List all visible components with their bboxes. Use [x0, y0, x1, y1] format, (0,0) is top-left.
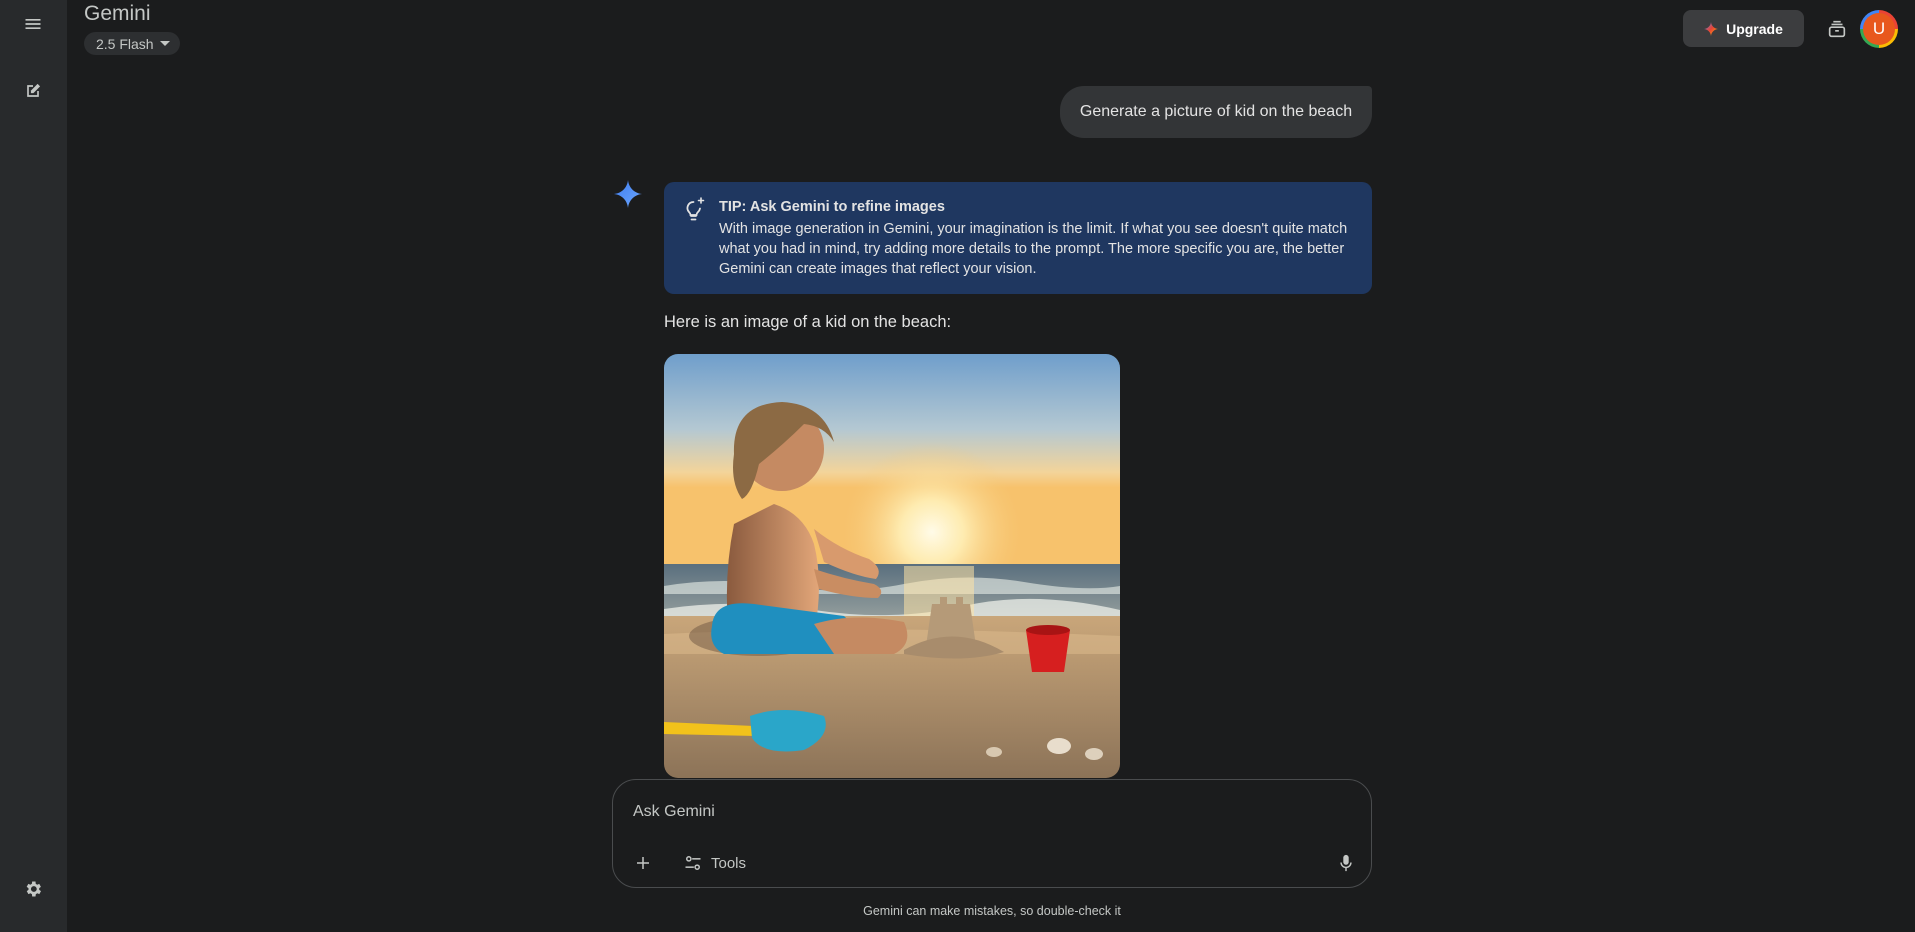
model-selector[interactable]: 2.5 Flash: [84, 32, 180, 55]
chevron-down-icon: [159, 41, 170, 46]
add-button[interactable]: [627, 847, 659, 879]
tools-button[interactable]: Tools: [677, 847, 752, 879]
settings-icon: [26, 881, 41, 897]
user-prompt-bubble: Generate a picture of kid on the beach: [1060, 86, 1372, 138]
upgrade-label: Upgrade: [1726, 20, 1783, 37]
tip-card: TIP: Ask Gemini to refine images With im…: [664, 182, 1372, 294]
prompt-input[interactable]: [633, 798, 1333, 826]
upgrade-button[interactable]: Upgrade: [1683, 10, 1804, 47]
plus-icon: [637, 857, 649, 869]
generated-image[interactable]: [664, 354, 1120, 778]
avatar[interactable]: U: [1860, 10, 1898, 48]
stack-icon: [1828, 20, 1846, 38]
edit-icon: [27, 83, 41, 97]
side-rail: [0, 0, 67, 932]
disclaimer: Gemini can make mistakes, so double-chec…: [863, 904, 1121, 918]
tip-title: TIP: Ask Gemini to refine images: [719, 199, 945, 215]
new-chat-button[interactable]: [14, 72, 52, 110]
tip-body: With image generation in Gemini, your im…: [719, 221, 1348, 277]
model-label: 2.5 Flash: [96, 35, 154, 52]
tools-label: Tools: [711, 854, 747, 872]
avatar-initial: U: [1863, 13, 1895, 45]
settings-button[interactable]: [14, 870, 52, 908]
tools-icon: [685, 856, 701, 870]
response-text: Here is an image of a kid on the beach:: [664, 313, 952, 331]
gemini-spark-icon: [1704, 21, 1719, 36]
microphone-button[interactable]: [1330, 847, 1362, 879]
generated-image-picture: [664, 354, 1120, 778]
menu-icon: [25, 19, 41, 29]
prompt-composer: Tools: [612, 779, 1372, 888]
saved-items-button[interactable]: [1822, 14, 1852, 44]
lightbulb-sparkle-icon: [686, 197, 705, 221]
microphone-icon: [1340, 854, 1352, 872]
menu-button[interactable]: [14, 5, 52, 43]
app-title: Gemini: [84, 2, 151, 25]
gemini-star-icon: [614, 180, 642, 208]
